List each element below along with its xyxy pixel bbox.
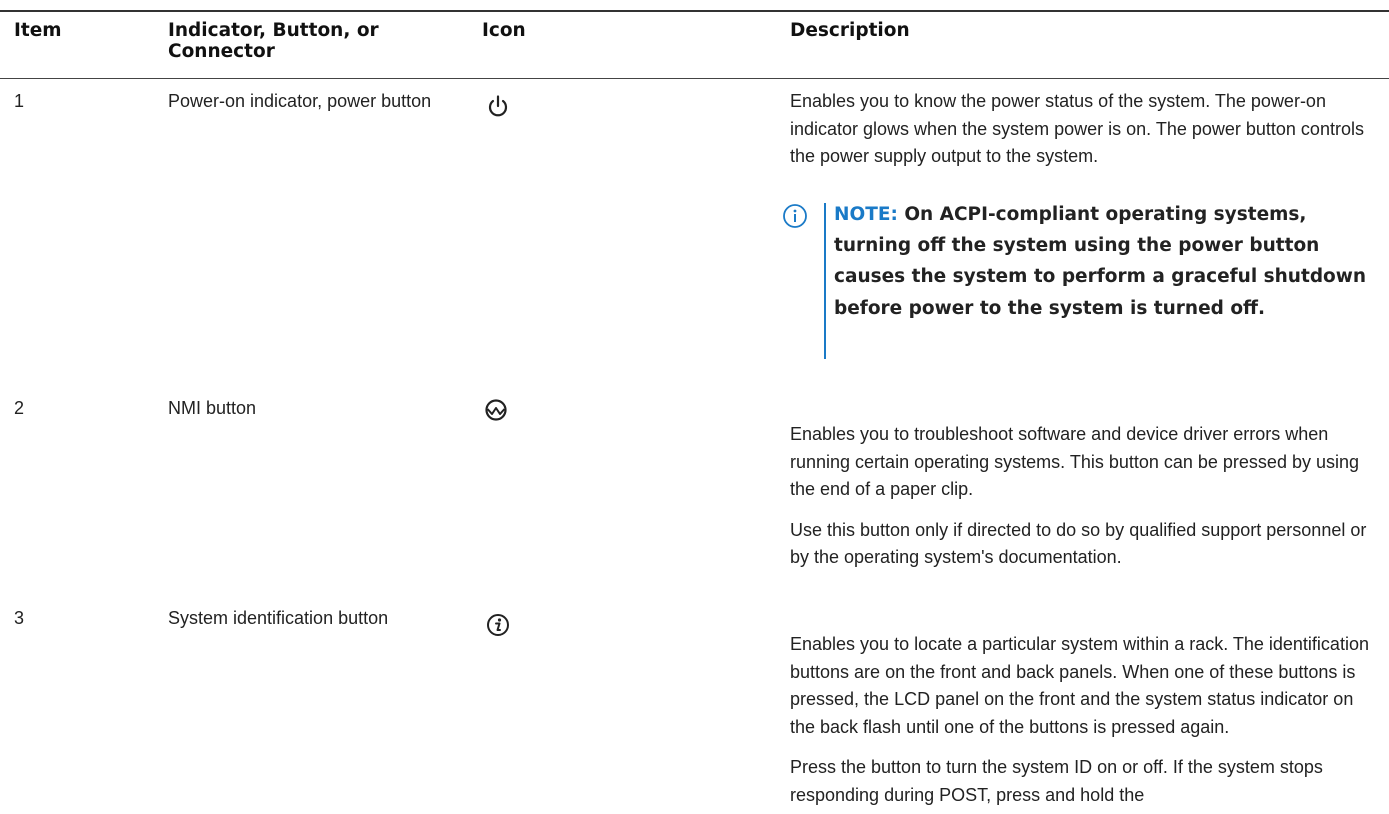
header-icon: Icon bbox=[482, 20, 526, 41]
row-description-text: Enables you to locate a particular syste… bbox=[790, 634, 1369, 737]
note-bar bbox=[824, 203, 826, 359]
table-top-rule bbox=[0, 10, 1389, 12]
row-description: Enables you to know the power status of … bbox=[790, 88, 1376, 171]
note-label: NOTE: bbox=[834, 204, 898, 225]
row-indicator-name: NMI button bbox=[168, 398, 257, 418]
header-rule bbox=[0, 78, 1389, 79]
row-item-number: 2 bbox=[14, 398, 25, 418]
row-item-number: 1 bbox=[14, 91, 25, 111]
note-body: On ACPI-compliant operating systems, tur… bbox=[834, 204, 1367, 319]
header-indicator: Indicator, Button, or Connector bbox=[168, 20, 379, 62]
row-description-text-2: Use this button only if directed to do s… bbox=[790, 519, 1367, 568]
row-indicator-name: System identification button bbox=[168, 608, 389, 628]
header-description: Description bbox=[790, 20, 910, 41]
row-description-text: Enables you to know the power status of … bbox=[790, 91, 1364, 166]
row-description: Enables you to troubleshoot software and… bbox=[790, 421, 1376, 572]
header-item: Item bbox=[14, 20, 62, 41]
row-item-number: 3 bbox=[14, 608, 25, 628]
info-icon bbox=[782, 203, 808, 229]
row-description: Enables you to locate a particular syste… bbox=[790, 631, 1376, 809]
row-description-text-2: Press the button to turn the system ID o… bbox=[790, 757, 1323, 805]
nmi-icon bbox=[483, 397, 509, 428]
note-text: NOTE: On ACPI-compliant operating system… bbox=[834, 199, 1374, 324]
power-icon bbox=[485, 94, 511, 125]
row-indicator-name: Power-on indicator, power button bbox=[168, 91, 432, 111]
row-description-text: Enables you to troubleshoot software and… bbox=[790, 424, 1359, 499]
system-id-icon bbox=[485, 612, 511, 643]
